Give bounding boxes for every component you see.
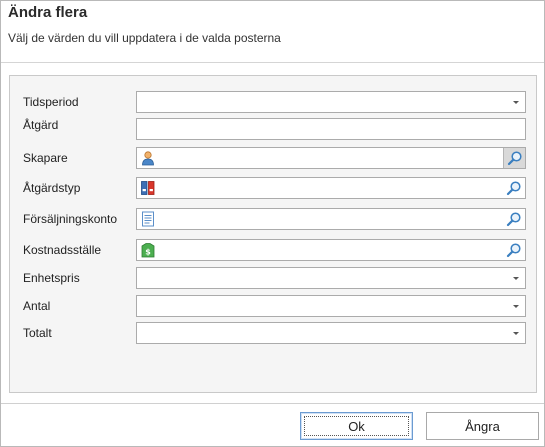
field-label: Enhetspris xyxy=(23,271,80,285)
search-icon xyxy=(506,243,521,258)
chevron-down-icon[interactable] xyxy=(513,277,519,280)
form-row-skapare: Skapare xyxy=(10,147,536,171)
search-icon xyxy=(507,151,522,166)
form-row-tidsperiod: Tidsperiod xyxy=(10,91,536,115)
edit-multiple-dialog: Ändra flera Välj de värden du vill uppda… xyxy=(0,0,545,447)
cancel-button[interactable]: Ångra xyxy=(426,412,539,440)
form-panel: Tidsperiod Åtgärd Skapare Åtgärdstyp För… xyxy=(9,75,537,393)
form-row-atgard: Åtgärd xyxy=(10,118,536,142)
field-label: Tidsperiod xyxy=(23,95,79,109)
form-row-atgardstyp: Åtgärdstyp xyxy=(10,177,536,201)
person-icon xyxy=(142,151,154,166)
form-row-forsaljningskonto: Försäljningskonto xyxy=(10,208,536,232)
enhetspris-dropdown[interactable] xyxy=(136,267,526,289)
dialog-subtitle: Välj de värden du vill uppdatera i de va… xyxy=(8,31,281,45)
search-button[interactable] xyxy=(503,148,525,168)
chevron-down-icon[interactable] xyxy=(513,332,519,335)
tidsperiod-dropdown[interactable] xyxy=(136,91,526,113)
field-label: Åtgärd xyxy=(23,118,59,132)
search-button[interactable] xyxy=(503,178,525,198)
svg-text:$: $ xyxy=(145,248,151,257)
dialog-title: Ändra flera xyxy=(8,4,88,21)
ledger-icon xyxy=(142,211,154,227)
field-label: Kostnadsställe xyxy=(23,243,102,257)
field-label: Försäljningskonto xyxy=(23,212,118,226)
form-row-enhetspris: Enhetspris xyxy=(10,267,536,291)
search-icon xyxy=(506,212,521,227)
form-row-kostnadsstalle: Kostnadsställe $ xyxy=(10,239,536,263)
search-icon xyxy=(506,181,521,196)
form-row-totalt: Totalt xyxy=(10,322,536,346)
dialog-header: Ändra flera Välj de värden du vill uppda… xyxy=(1,1,544,63)
atgardstyp-lookup[interactable] xyxy=(136,177,526,199)
chevron-down-icon[interactable] xyxy=(513,101,519,104)
antal-dropdown[interactable] xyxy=(136,295,526,317)
search-button[interactable] xyxy=(503,240,525,260)
field-label: Skapare xyxy=(23,151,68,165)
forsaljningskonto-lookup[interactable] xyxy=(136,208,526,230)
atgard-input[interactable] xyxy=(136,118,526,140)
field-label: Antal xyxy=(23,299,51,313)
dialog-footer: Ok Ångra xyxy=(1,403,544,446)
skapare-lookup[interactable] xyxy=(136,147,526,169)
focus-rectangle xyxy=(304,416,409,436)
cancel-button-label: Ångra xyxy=(465,418,500,434)
form-row-antal: Antal xyxy=(10,295,536,319)
totalt-dropdown[interactable] xyxy=(136,322,526,344)
kostnadsstalle-lookup[interactable]: $ xyxy=(136,239,526,261)
field-label: Åtgärdstyp xyxy=(23,181,81,195)
field-label: Totalt xyxy=(23,326,52,340)
ok-button[interactable]: Ok xyxy=(300,412,413,440)
binders-icon xyxy=(141,181,155,195)
chevron-down-icon[interactable] xyxy=(513,305,519,308)
money-icon: $ xyxy=(141,243,155,258)
search-button[interactable] xyxy=(503,209,525,229)
